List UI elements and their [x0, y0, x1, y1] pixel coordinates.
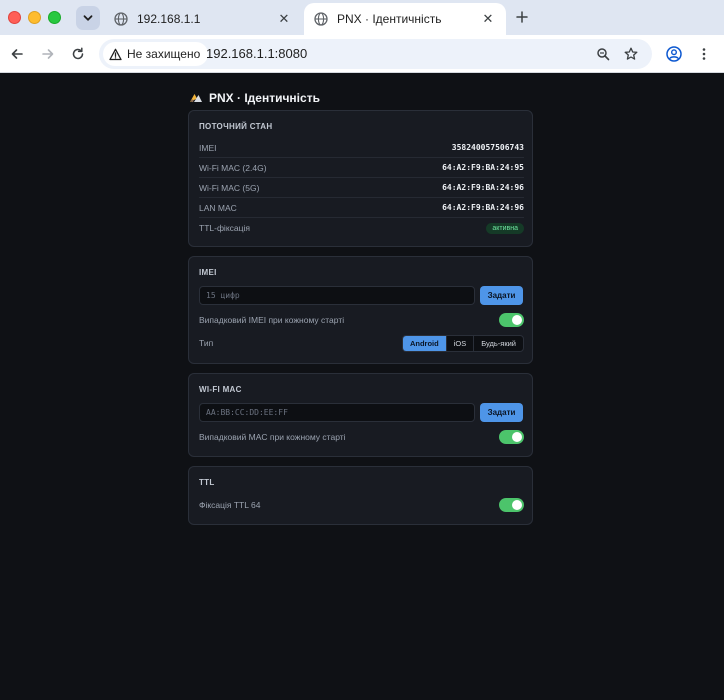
page-title: PNX · Ідентичність: [209, 91, 320, 105]
set-imei-button[interactable]: Задати: [480, 286, 523, 305]
url-text[interactable]: 192.168.1.1:8080: [206, 46, 307, 61]
close-icon[interactable]: ✕: [480, 11, 496, 27]
status-value: 64:A2:F9:BA:24:95: [442, 163, 524, 172]
tab-router[interactable]: 192.168.1.1 ✕: [104, 3, 302, 35]
random-imei-toggle[interactable]: [499, 313, 524, 327]
security-chip[interactable]: Не захищено: [103, 42, 209, 66]
status-label: LAN MAC: [199, 202, 237, 213]
status-value: 64:A2:F9:BA:24:96: [442, 203, 524, 212]
globe-icon: [114, 12, 128, 26]
window-minimize-button[interactable]: [28, 11, 41, 24]
status-row-lan: LAN MAC 64:A2:F9:BA:24:96: [199, 198, 524, 218]
status-value: 64:A2:F9:BA:24:96: [442, 183, 524, 192]
profile-button[interactable]: [662, 42, 686, 66]
tab-title: 192.168.1.1: [137, 12, 201, 26]
kebab-menu-icon: [702, 48, 706, 60]
random-imei-label: Випадковий IMEI при кожному старті: [199, 315, 345, 325]
security-label: Не захищено: [127, 47, 201, 61]
window-maximize-button[interactable]: [48, 11, 61, 24]
close-icon[interactable]: ✕: [276, 11, 292, 27]
tab-search-button[interactable]: [76, 6, 100, 30]
current-status-card: Поточний стан IMEI 358240057506743 Wi-Fi…: [188, 110, 533, 247]
reload-button[interactable]: [66, 42, 90, 66]
status-label: Wi-Fi MAC (2.4G): [199, 162, 267, 173]
reload-icon: [72, 47, 84, 60]
card-title: Wi-Fi MAC: [199, 385, 242, 394]
tab-strip: 192.168.1.1 ✕ PNX · Ідентичність ✕: [0, 0, 724, 35]
ttl-fix-row: Фіксація TTL 64: [199, 496, 524, 514]
set-mac-button[interactable]: Задати: [480, 403, 523, 422]
star-icon: [624, 47, 638, 60]
random-mac-toggle[interactable]: [499, 430, 524, 444]
arrow-right-icon: [42, 49, 54, 59]
random-mac-row: Випадковий MAC при кожному старті: [199, 428, 524, 446]
imei-card: IMEI Задати Випадковий IMEI при кожному …: [188, 256, 533, 364]
imei-type-label: Тип: [199, 338, 214, 348]
browser-toolbar: Не захищено 192.168.1.1:8080: [0, 35, 724, 73]
toggle-knob: [512, 500, 522, 510]
ttl-fix-label: Фіксація TTL 64: [199, 500, 261, 510]
warning-triangle-icon: [109, 48, 122, 60]
back-button[interactable]: [5, 42, 29, 66]
logo-icon: [190, 94, 202, 103]
profile-icon: [666, 46, 682, 62]
tab-title: PNX · Ідентичність: [337, 12, 442, 26]
imei-input[interactable]: [199, 286, 475, 305]
random-imei-row: Випадковий IMEI при кожному старті: [199, 311, 524, 329]
card-title: Поточний стан: [199, 122, 273, 131]
browser-menu-button[interactable]: [692, 42, 716, 66]
wifi-mac-card: Wi-Fi MAC Задати Випадковий MAC при кожн…: [188, 373, 533, 457]
page-content: PNX · Ідентичність Поточний стан IMEI 35…: [0, 74, 724, 700]
toggle-knob: [512, 315, 522, 325]
globe-icon: [314, 12, 328, 26]
status-label: TTL-фіксація: [199, 223, 250, 233]
zoom-icon: [597, 48, 610, 61]
status-row-imei: IMEI 358240057506743: [199, 138, 524, 158]
type-option-ios[interactable]: iOS: [445, 335, 475, 351]
mac-input[interactable]: [199, 403, 475, 422]
imei-type-selector: Android iOS Будь-який: [401, 334, 524, 352]
card-title: IMEI: [199, 268, 217, 277]
address-bar[interactable]: Не захищено 192.168.1.1:8080: [99, 39, 652, 69]
status-row-ttl: TTL-фіксація активна: [199, 218, 524, 238]
card-title: TTL: [199, 478, 215, 487]
type-option-any[interactable]: Будь-який: [474, 336, 523, 351]
arrow-left-icon: [11, 49, 23, 59]
ttl-card: TTL Фіксація TTL 64: [188, 466, 533, 525]
status-label: IMEI: [199, 142, 217, 153]
toggle-knob: [512, 432, 522, 442]
status-label: Wi-Fi MAC (5G): [199, 182, 260, 193]
new-tab-button[interactable]: [511, 6, 533, 28]
window-close-button[interactable]: [8, 11, 21, 24]
page-header: PNX · Ідентичність: [189, 91, 320, 105]
tab-identity[interactable]: PNX · Ідентичність ✕: [304, 3, 506, 35]
status-row-wifi-24: Wi-Fi MAC (2.4G) 64:A2:F9:BA:24:95: [199, 158, 524, 178]
zoom-button[interactable]: [592, 43, 614, 65]
status-row-wifi-5: Wi-Fi MAC (5G) 64:A2:F9:BA:24:96: [199, 178, 524, 198]
ttl-fix-toggle[interactable]: [499, 498, 524, 512]
type-option-android[interactable]: Android: [402, 335, 446, 351]
bookmark-button[interactable]: [620, 43, 642, 65]
imei-type-row: Тип Android iOS Будь-який: [199, 334, 524, 352]
random-mac-label: Випадковий MAC при кожному старті: [199, 432, 346, 442]
plus-icon: [516, 11, 528, 23]
status-badge: активна: [486, 222, 524, 234]
status-value: 358240057506743: [451, 143, 524, 152]
forward-button[interactable]: [36, 42, 60, 66]
chevron-down-icon: [83, 15, 93, 21]
